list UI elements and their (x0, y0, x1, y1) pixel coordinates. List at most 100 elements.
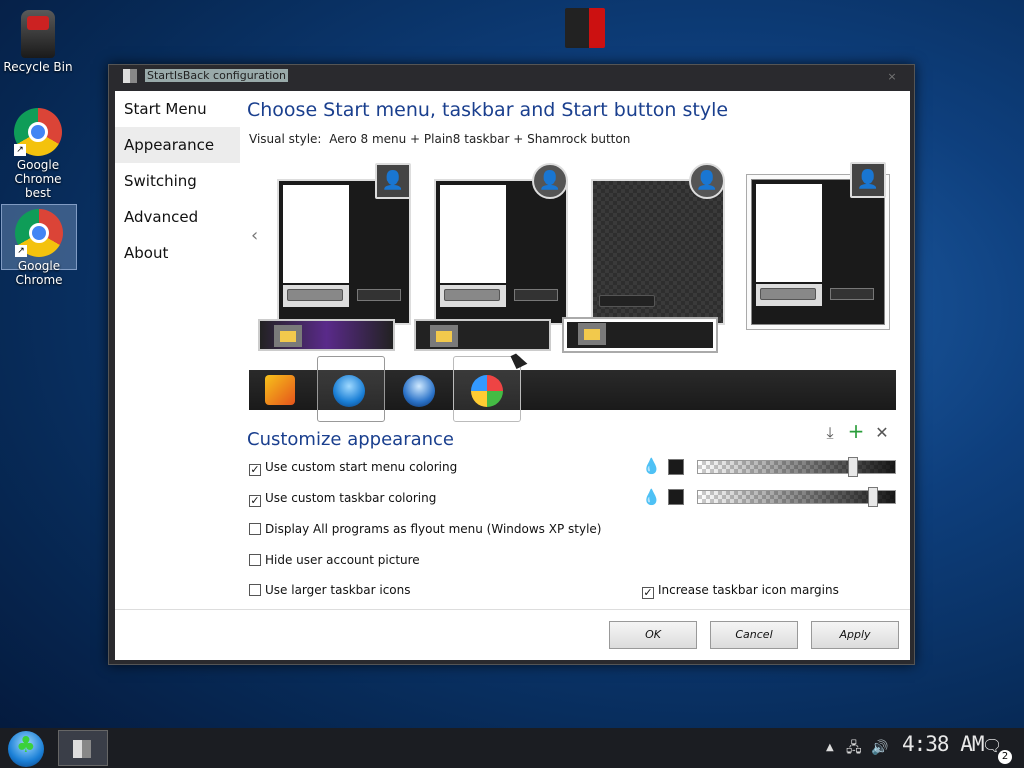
slider-thumb[interactable] (868, 487, 878, 507)
desktop-icon-label: Recycle Bin (3, 60, 73, 74)
search-preview (760, 288, 816, 300)
taskbar: ♣ ▲ 🖧 🔊 4:38 AM 🗨 2 (0, 728, 1024, 768)
taskbar-style-1[interactable] (258, 319, 395, 351)
visual-style-line: Visual style: Aero 8 menu + Plain8 taskb… (249, 132, 630, 146)
sidebar-item-switching[interactable]: Switching (115, 163, 240, 199)
option-flyout-all-programs[interactable]: Display All programs as flyout menu (Win… (249, 522, 601, 536)
menu-preview-pane (440, 185, 506, 283)
taskbar-color-swatch[interactable] (668, 489, 684, 505)
startisback-config-window: StartIsBack configuration × Start Menu A… (108, 64, 915, 665)
sidebar-item-about[interactable]: About (115, 235, 240, 271)
dialog-client-area: Start Menu Appearance Switching Advanced… (115, 91, 910, 660)
shortcut-arrow-icon: ↗ (15, 245, 27, 257)
power-preview (357, 289, 401, 301)
start-button-style-4[interactable] (471, 375, 503, 407)
option-label: Use larger taskbar icons (265, 583, 411, 597)
prev-style-arrow-icon[interactable]: ‹ (251, 225, 258, 246)
folder-icon (274, 325, 302, 347)
close-button[interactable]: × (878, 69, 906, 85)
google-chrome-best-desktop-icon[interactable]: ↗ Google Chrome best (0, 104, 76, 200)
title-bar[interactable]: StartIsBack configuration × (109, 65, 914, 87)
google-chrome-desktop-icon[interactable]: ↗ Google Chrome (1, 204, 77, 287)
sidebar-item-advanced[interactable]: Advanced (115, 199, 240, 235)
sidebar-item-start-menu[interactable]: Start Menu (115, 91, 240, 127)
visual-style-value: Aero 8 menu + Plain8 taskbar + Shamrock … (329, 132, 631, 146)
user-avatar-icon: 👤 (689, 163, 725, 199)
opacity-drop-icon: 💧 (642, 457, 661, 475)
app-icon (73, 740, 91, 758)
checkbox[interactable] (249, 554, 261, 566)
taskbar-style-3-selected[interactable] (562, 317, 718, 353)
start-menu-color-swatch[interactable] (668, 459, 684, 475)
taskbar-style-2[interactable] (414, 319, 551, 351)
apply-button[interactable]: Apply (811, 621, 899, 649)
start-menu-opacity-slider[interactable] (697, 457, 896, 477)
start-button-style-2-shamrock[interactable] (333, 375, 365, 407)
checkbox[interactable]: ✓ (642, 587, 654, 599)
option-custom-taskbar-coloring[interactable]: ✓ Use custom taskbar coloring (249, 491, 436, 507)
power-preview (514, 289, 558, 301)
style-heading: Choose Start menu, taskbar and Start but… (247, 99, 729, 121)
app-icon (123, 69, 137, 83)
menu-style-thumb-3[interactable]: 👤 (591, 163, 725, 325)
power-preview (830, 288, 874, 300)
clock[interactable]: 4:38 AM (902, 732, 985, 756)
sidebar-nav: Start Menu Appearance Switching Advanced… (115, 91, 240, 291)
sidebar-item-appearance[interactable]: Appearance (115, 127, 240, 163)
start-button-style-1[interactable] (265, 375, 295, 405)
computer-case-desktop-icon[interactable] (565, 8, 605, 48)
button-divider (115, 609, 910, 610)
close-icon[interactable]: ✕ (869, 423, 895, 442)
download-icon[interactable]: ⤓ (817, 423, 843, 443)
slider-thumb[interactable] (848, 457, 858, 477)
start-button-style-3[interactable] (403, 375, 435, 407)
search-preview (599, 295, 655, 307)
ok-button[interactable]: OK (609, 621, 697, 649)
start-button[interactable]: ♣ (8, 731, 44, 767)
notification-count: 2 (998, 750, 1012, 764)
folder-icon (430, 325, 458, 347)
option-hide-user-picture[interactable]: Hide user account picture (249, 553, 420, 567)
option-larger-taskbar-icons[interactable]: Use larger taskbar icons (249, 583, 411, 597)
user-avatar-icon: 👤 (375, 163, 411, 199)
option-custom-start-menu-coloring[interactable]: ✓ Use custom start menu coloring (249, 460, 457, 476)
recycle-bin-icon (21, 10, 55, 58)
shamrock-icon: ♣ (16, 733, 36, 758)
option-label: Hide user account picture (265, 553, 420, 567)
shortcut-arrow-icon: ↗ (14, 144, 26, 156)
customize-toolbar: ⤓ + ✕ (817, 419, 895, 443)
customize-heading: Customize appearance (247, 429, 454, 450)
cancel-button[interactable]: Cancel (710, 621, 798, 649)
checkbox[interactable] (249, 523, 261, 535)
checkbox[interactable]: ✓ (249, 464, 261, 476)
user-avatar-icon: 👤 (850, 162, 886, 198)
search-preview (444, 289, 500, 301)
menu-style-thumb-2[interactable]: 👤 (434, 163, 568, 325)
checkbox[interactable]: ✓ (249, 495, 261, 507)
menu-preview-pane (756, 184, 822, 282)
option-label: Use custom taskbar coloring (265, 491, 437, 505)
start-button-style-strip (249, 356, 896, 422)
network-icon[interactable]: 🖧 (846, 728, 862, 768)
checkbox[interactable] (249, 584, 261, 596)
volume-icon[interactable]: 🔊 (871, 728, 888, 768)
taskbar-app-startisback[interactable] (58, 730, 108, 766)
plus-icon[interactable]: + (843, 419, 869, 443)
recycle-bin-desktop-icon[interactable]: Recycle Bin (0, 6, 76, 74)
user-avatar-icon: 👤 (532, 163, 568, 199)
up-arrow-icon[interactable]: ▲ (826, 728, 834, 768)
window-title: StartIsBack configuration (145, 69, 289, 82)
desktop-icon-label: Google Chrome (15, 259, 63, 287)
chrome-icon: ↗ (14, 108, 62, 156)
folder-icon (578, 323, 606, 345)
search-preview (287, 289, 343, 301)
option-label: Display All programs as flyout menu (Win… (265, 522, 602, 536)
option-label: Use custom start menu coloring (265, 460, 458, 474)
taskbar-opacity-slider[interactable] (697, 487, 896, 507)
notification-icon[interactable]: 🗨 2 (982, 736, 1012, 764)
menu-style-thumb-1[interactable]: 👤 (277, 163, 411, 325)
option-label: Increase taskbar icon margins (658, 583, 839, 597)
desktop-icon-label: Google Chrome best (14, 158, 62, 200)
option-increase-icon-margins[interactable]: ✓ Increase taskbar icon margins (642, 583, 839, 599)
menu-style-thumb-4-selected[interactable]: 👤 (751, 162, 886, 325)
